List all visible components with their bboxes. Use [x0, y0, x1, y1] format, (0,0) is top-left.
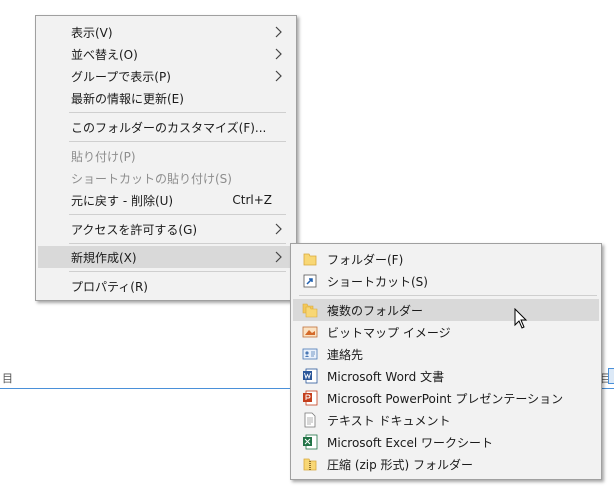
menu-item-label: グループで表示(P) [71, 69, 171, 84]
menu-item-paste: 貼り付け(P) [38, 145, 294, 167]
submenu-item-label: テキスト ドキュメント [327, 413, 451, 428]
menu-separator [69, 271, 286, 272]
submenu-item-excel[interactable]: Microsoft Excel ワークシート [293, 431, 599, 453]
submenu-item-zip-folder[interactable]: 圧縮 (zip 形式) フォルダー [293, 453, 599, 475]
excel-icon [303, 434, 318, 450]
new-submenu: フォルダー(F) ショートカット(S) 複数のフォルダー ビットマップ イメージ… [290, 243, 602, 480]
submenu-item-folder[interactable]: フォルダー(F) [293, 248, 599, 270]
submenu-item-label: 複数のフォルダー [327, 303, 424, 318]
menu-item-label: 最新の情報に更新(E) [71, 91, 184, 106]
submenu-item-label: Microsoft PowerPoint プレゼンテーション [327, 391, 564, 406]
submenu-item-powerpoint[interactable]: Microsoft PowerPoint プレゼンテーション [293, 387, 599, 409]
large-icons-view-icon[interactable] [608, 368, 614, 384]
text-document-icon [304, 412, 316, 428]
shortcut-icon [303, 274, 317, 288]
context-menu: 表示(V) 並べ替え(O) グループで表示(P) 最新の情報に更新(E) このフ… [35, 15, 297, 301]
chevron-right-icon [275, 223, 282, 235]
chevron-right-icon [275, 70, 282, 82]
submenu-item-shortcut[interactable]: ショートカット(S) [293, 270, 599, 292]
submenu-item-bitmap[interactable]: ビットマップ イメージ [293, 321, 599, 343]
menu-item-grant-access[interactable]: アクセスを許可する(G) [38, 218, 294, 240]
submenu-item-text-document[interactable]: テキスト ドキュメント [293, 409, 599, 431]
submenu-item-label: フォルダー(F) [327, 252, 404, 267]
chevron-right-icon [275, 48, 282, 60]
submenu-item-label: ショートカット(S) [327, 274, 428, 289]
submenu-item-label: ビットマップ イメージ [327, 325, 451, 340]
menu-item-label: 新規作成(X) [71, 250, 137, 265]
menu-item-label: プロパティ(R) [71, 279, 148, 294]
menu-item-view[interactable]: 表示(V) [38, 21, 294, 43]
menu-item-refresh[interactable]: 最新の情報に更新(E) [38, 87, 294, 109]
menu-item-label: アクセスを許可する(G) [71, 222, 198, 237]
menu-separator [69, 112, 286, 113]
menu-item-label: 並べ替え(O) [71, 47, 138, 62]
menu-separator [69, 214, 286, 215]
submenu-item-label: Microsoft Excel ワークシート [327, 435, 494, 450]
menu-item-label: 表示(V) [71, 25, 113, 40]
menu-item-undo-delete[interactable]: 元に戻す - 削除(U) Ctrl+Z [38, 189, 294, 211]
menu-item-sort[interactable]: 並べ替え(O) [38, 43, 294, 65]
submenu-item-multi-folder[interactable]: 複数のフォルダー [293, 299, 599, 321]
chevron-right-icon [275, 251, 282, 263]
view-icon[interactable]: 目 [2, 370, 13, 386]
menu-separator [299, 295, 597, 296]
menu-item-label: このフォルダーのカスタマイズ(F)... [71, 120, 267, 135]
zip-folder-icon [303, 458, 317, 471]
submenu-item-contact[interactable]: 連絡先 [293, 343, 599, 365]
bitmap-icon [302, 326, 318, 338]
shortcut-label: Ctrl+Z [232, 193, 272, 207]
menu-item-customize-folder[interactable]: このフォルダーのカスタマイズ(F)... [38, 116, 294, 138]
contact-icon [302, 348, 318, 360]
menu-item-label: 元に戻す - 削除(U) [71, 193, 174, 208]
menu-item-label: ショートカットの貼り付け(S) [71, 171, 232, 186]
menu-item-label: 貼り付け(P) [71, 149, 136, 164]
folder-icon [303, 253, 317, 266]
multi-folder-icon [302, 303, 318, 318]
submenu-item-label: 圧縮 (zip 形式) フォルダー [327, 457, 474, 472]
menu-item-paste-shortcut: ショートカットの貼り付け(S) [38, 167, 294, 189]
submenu-item-label: 連絡先 [327, 347, 364, 362]
submenu-item-label: Microsoft Word 文書 [327, 369, 445, 384]
chevron-right-icon [275, 26, 282, 38]
menu-item-properties[interactable]: プロパティ(R) [38, 275, 294, 297]
powerpoint-icon [303, 390, 318, 406]
menu-separator [69, 243, 286, 244]
word-icon [303, 368, 318, 384]
menu-item-group-by[interactable]: グループで表示(P) [38, 65, 294, 87]
menu-item-new[interactable]: 新規作成(X) [38, 246, 294, 268]
menu-separator [69, 141, 286, 142]
submenu-item-word-document[interactable]: Microsoft Word 文書 [293, 365, 599, 387]
mouse-cursor-icon [514, 308, 528, 329]
